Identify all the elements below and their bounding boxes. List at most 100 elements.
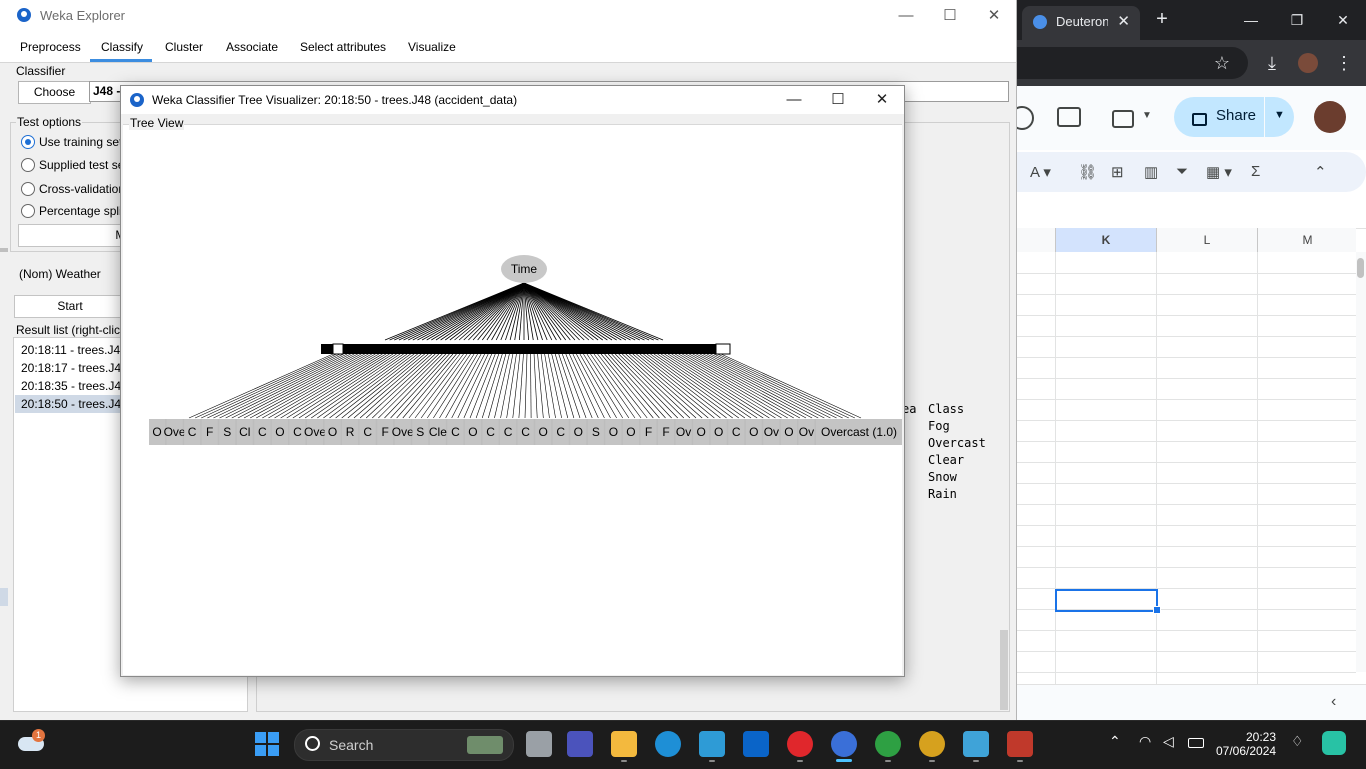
cross-validation-label[interactable]: Cross-validation [39,182,125,196]
column-header-l[interactable]: L [1156,228,1257,252]
visualizer-minimize-button[interactable]: — [774,88,814,112]
tab-preprocess[interactable]: Preprocess [20,40,81,54]
link-icon[interactable]: ⛓ [1078,163,1097,181]
text-color-icon[interactable]: A ▾ [1030,163,1051,181]
download-icon[interactable]: ⤓ [1260,51,1284,75]
meet-dropdown-icon[interactable]: ▼ [1142,110,1152,121]
new-tab-button[interactable]: + [1150,6,1174,32]
tab-select-attributes[interactable]: Select attributes [300,40,386,54]
start-button[interactable]: Start [14,295,126,318]
profile-avatar[interactable] [1298,53,1318,73]
sheet-scroll-thumb[interactable] [1357,258,1364,278]
explorer-maximize-button[interactable]: ☐ [930,4,970,28]
output-line: Fog [928,419,950,433]
outlook-icon[interactable] [743,731,769,757]
chrome-tab-title: Deuteron [1056,14,1108,29]
weka-taskbar-icon[interactable] [831,731,857,757]
notifications-icon[interactable]: ♢ [1291,733,1304,750]
share-label: Share [1216,107,1257,124]
second-level-node-start[interactable] [332,343,344,355]
insert-comment-icon[interactable]: ⊞ [1111,163,1124,181]
left-strip-divider [0,248,8,252]
chrome-close-button[interactable]: ✕ [1328,8,1358,32]
tree-edge [286,353,390,419]
meet-icon[interactable] [1112,110,1134,128]
functions-icon[interactable]: Σ [1251,163,1260,180]
column-header-m[interactable]: M [1257,228,1357,252]
class-attribute-select[interactable]: (Nom) Weather [19,267,101,281]
leaf-node-label: O [784,425,793,439]
chrome-minimize-button[interactable]: — [1236,8,1266,32]
sheets-account-avatar[interactable] [1314,101,1346,133]
second-level-nodes[interactable] [321,344,729,354]
tree-edge [311,353,404,419]
filter-icon[interactable]: ⏷ [1176,163,1188,180]
clock-date: 07/06/2024 [1216,744,1277,758]
teams-icon[interactable] [567,731,593,757]
visualizer-close-button[interactable]: ✕ [862,88,902,112]
percentage-split-label[interactable]: Percentage split [39,204,125,218]
tab-classify[interactable]: Classify [101,40,143,54]
volume-icon[interactable]: ◁ [1163,733,1174,750]
decision-tree-graph[interactable]: Time O Ove C F S Cl C O C Ove O R C F Ove S Cle C O C C C O C O S… [123,125,902,675]
file-explorer-icon[interactable] [611,731,637,757]
chrome-profile-icon[interactable] [919,731,945,757]
cross-validation-radio[interactable] [21,182,35,196]
sheet-vertical-scrollbar[interactable] [1356,252,1366,672]
chrome-tab-deuteron[interactable]: Deuteron ✕ [1022,6,1140,40]
insert-chart-icon[interactable]: ▥ [1144,163,1158,181]
weather-widget[interactable]: 1 [18,729,46,755]
weka-explorer-title: Weka Explorer [40,8,126,23]
tab-visualize[interactable]: Visualize [408,40,456,54]
taskbar-search-box[interactable]: Search [294,729,514,761]
terminal-app-icon[interactable] [699,731,725,757]
wifi-icon[interactable]: ◠ [1139,733,1151,750]
output-scrollbar[interactable] [1000,630,1008,710]
tray-overflow-icon[interactable]: ⌃ [1109,733,1121,750]
visualizer-maximize-button[interactable]: ☐ [818,88,858,112]
opera-icon[interactable] [787,731,813,757]
explorer-minimize-button[interactable]: — [886,4,926,28]
tree-edge [454,282,525,341]
snipping-tool-icon[interactable] [1007,731,1033,757]
share-button[interactable]: Share ▼ [1174,97,1294,137]
output-line: Rain [928,487,957,501]
tab-associate[interactable]: Associate [226,40,278,54]
tree-edge [274,353,383,419]
comments-icon[interactable] [1057,107,1081,127]
percentage-split-radio[interactable] [21,204,35,218]
supplied-test-set-label[interactable]: Supplied test se [39,158,124,172]
start-menu-button[interactable] [255,732,279,756]
column-header-k[interactable]: K [1055,228,1156,252]
sheet-grid[interactable] [1016,252,1356,684]
battery-icon[interactable] [1188,738,1204,748]
tree-view-canvas[interactable]: Time O Ove C F S Cl C O C Ove O R C F Ove S Cle C O C C C O C O S… [123,124,902,675]
formula-bar[interactable] [1016,200,1366,229]
use-training-set-radio[interactable] [21,135,35,149]
share-dropdown-icon[interactable]: ▼ [1274,109,1285,121]
chrome-menu-icon[interactable]: ⋮ [1332,51,1356,75]
tree-edge [378,353,443,419]
tab-close-icon[interactable]: ✕ [1117,12,1130,30]
use-training-set-label[interactable]: Use training set [39,135,122,149]
table-icon[interactable]: ▦ ▾ [1206,163,1232,181]
explorer-close-button[interactable]: ✕ [974,4,1014,28]
tab-cluster[interactable]: Cluster [165,40,203,54]
tree-edge [692,353,813,419]
taskbar-clock[interactable]: 20:23 07/06/2024 [1216,730,1276,758]
task-view-icon[interactable] [526,731,552,757]
edge-icon[interactable] [655,731,681,757]
supplied-test-set-radio[interactable] [21,158,35,172]
collapse-toolbar-icon[interactable]: ⌃ [1314,163,1327,181]
chrome-restore-button[interactable]: ❐ [1282,8,1312,32]
leaf-node-label: O [714,425,723,439]
notepad-icon[interactable] [963,731,989,757]
fill-handle[interactable] [1153,606,1161,614]
choose-button[interactable]: Choose [18,81,91,104]
second-level-node-end[interactable] [715,343,731,355]
bookmark-star-icon[interactable]: ☆ [1210,51,1234,75]
chrome-icon[interactable] [875,731,901,757]
side-panel-toggle-icon[interactable]: ‹ [1331,693,1336,711]
selected-cell[interactable] [1055,589,1158,612]
copilot-icon[interactable] [1322,731,1346,755]
